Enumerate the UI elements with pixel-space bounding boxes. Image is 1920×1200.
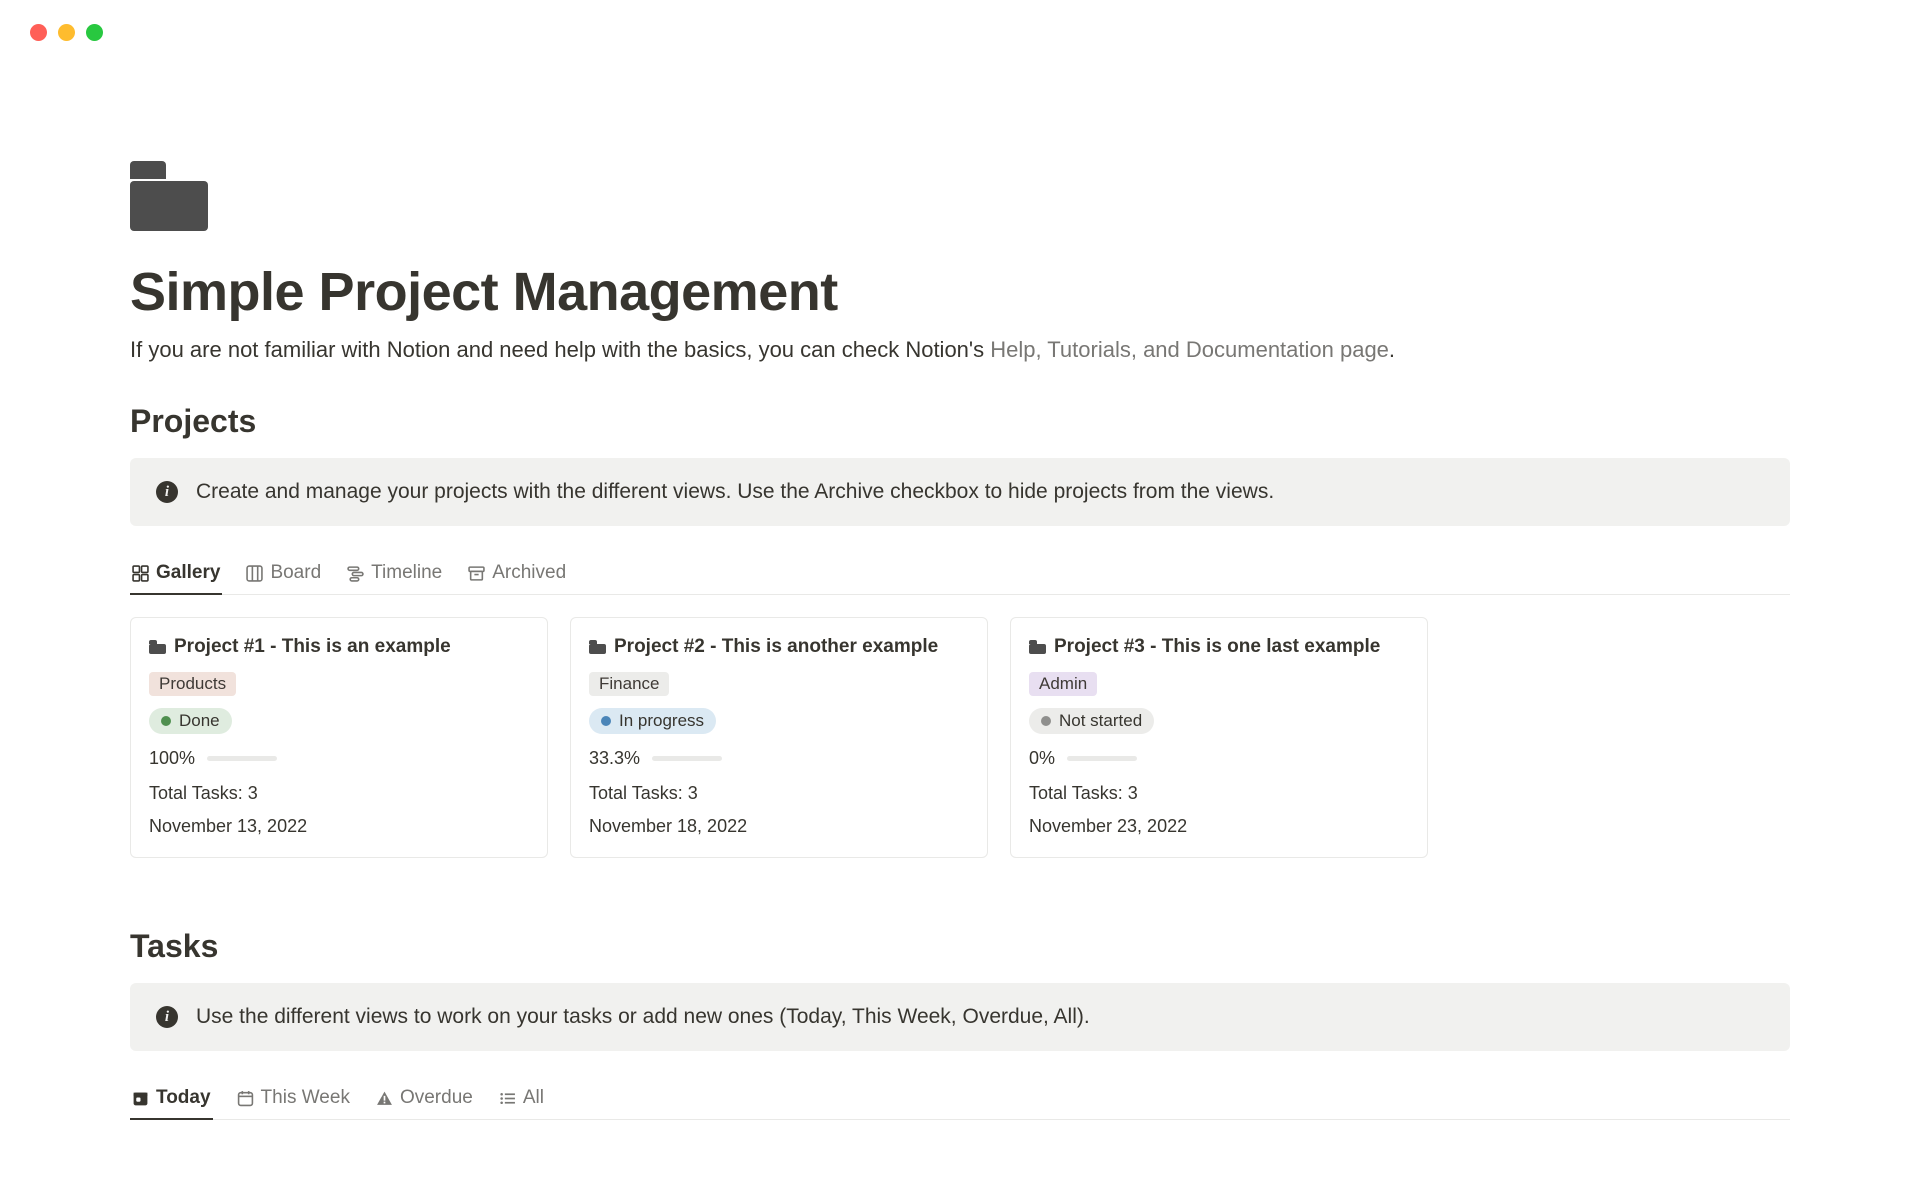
tab-all-label: All	[523, 1087, 544, 1109]
projects-callout: i Create and manage your projects with t…	[130, 458, 1790, 526]
folder-icon	[589, 640, 606, 654]
info-icon: i	[156, 481, 178, 503]
project-date: November 23, 2022	[1029, 816, 1409, 837]
status-dot-icon	[1041, 716, 1051, 726]
status-pill-label: Not started	[1059, 711, 1142, 731]
tab-archived-label: Archived	[492, 562, 566, 584]
progress-bar	[1067, 756, 1137, 761]
window-controls	[0, 0, 1920, 41]
category-chip: Admin	[1029, 672, 1097, 696]
project-card[interactable]: Project #1 - This is an example Products…	[130, 617, 548, 858]
warning-icon	[376, 1090, 393, 1107]
window-maximize-button[interactable]	[86, 24, 103, 41]
subtitle-text-pre: If you are not familiar with Notion and …	[130, 337, 990, 362]
total-tasks: Total Tasks: 3	[149, 783, 529, 804]
calendar-week-icon	[237, 1090, 254, 1107]
project-card[interactable]: Project #3 - This is one last example Ad…	[1010, 617, 1428, 858]
page-subtitle: If you are not familiar with Notion and …	[130, 337, 1790, 363]
tab-board-label: Board	[270, 562, 321, 584]
page-icon-folder[interactable]	[130, 161, 208, 231]
category-chip: Products	[149, 672, 236, 696]
tab-gallery[interactable]: Gallery	[130, 554, 222, 594]
tab-timeline-label: Timeline	[371, 562, 442, 584]
tab-board[interactable]: Board	[244, 554, 323, 594]
info-icon: i	[156, 1006, 178, 1028]
tab-thisweek[interactable]: This Week	[235, 1079, 352, 1119]
gallery-icon	[132, 565, 149, 582]
progress-percent: 0%	[1029, 748, 1055, 769]
tab-timeline[interactable]: Timeline	[345, 554, 444, 594]
tab-all[interactable]: All	[497, 1079, 546, 1119]
project-card[interactable]: Project #2 - This is another example Fin…	[570, 617, 988, 858]
tasks-callout-text: Use the different views to work on your …	[196, 1005, 1090, 1029]
page-root: Simple Project Management If you are not…	[0, 41, 1920, 1120]
board-icon	[246, 565, 263, 582]
total-tasks: Total Tasks: 3	[589, 783, 969, 804]
folder-icon	[149, 640, 166, 654]
tab-thisweek-label: This Week	[261, 1087, 350, 1109]
projects-gallery: Project #1 - This is an example Products…	[130, 617, 1790, 858]
calendar-today-icon	[132, 1090, 149, 1107]
tab-archived[interactable]: Archived	[466, 554, 568, 594]
page-title[interactable]: Simple Project Management	[130, 261, 1790, 323]
status-pill: Done	[149, 708, 232, 734]
status-pill: Not started	[1029, 708, 1154, 734]
projects-callout-text: Create and manage your projects with the…	[196, 480, 1274, 504]
tasks-tabs: Today This Week Overdue All	[130, 1079, 1790, 1120]
project-card-title: Project #2 - This is another example	[614, 636, 938, 658]
progress-bar	[652, 756, 722, 761]
window-minimize-button[interactable]	[58, 24, 75, 41]
archive-icon	[468, 565, 485, 582]
subtitle-text-post: .	[1389, 337, 1395, 362]
status-pill-label: Done	[179, 711, 220, 731]
status-pill-label: In progress	[619, 711, 704, 731]
status-pill: In progress	[589, 708, 716, 734]
tasks-callout: i Use the different views to work on you…	[130, 983, 1790, 1051]
projects-tabs: Gallery Board Timeline Archived	[130, 554, 1790, 595]
project-date: November 18, 2022	[589, 816, 969, 837]
progress-bar	[207, 756, 277, 761]
tab-today-label: Today	[156, 1087, 211, 1109]
timeline-icon	[347, 565, 364, 582]
total-tasks: Total Tasks: 3	[1029, 783, 1409, 804]
folder-icon	[1029, 640, 1046, 654]
help-docs-link[interactable]: Help, Tutorials, and Documentation page	[990, 337, 1389, 362]
tab-overdue[interactable]: Overdue	[374, 1079, 475, 1119]
project-card-title: Project #3 - This is one last example	[1054, 636, 1380, 658]
window-close-button[interactable]	[30, 24, 47, 41]
category-chip: Finance	[589, 672, 669, 696]
status-dot-icon	[601, 716, 611, 726]
status-dot-icon	[161, 716, 171, 726]
tab-overdue-label: Overdue	[400, 1087, 473, 1109]
tab-today[interactable]: Today	[130, 1079, 213, 1119]
list-icon	[499, 1090, 516, 1107]
tasks-heading: Tasks	[130, 928, 1790, 965]
tab-gallery-label: Gallery	[156, 562, 220, 584]
progress-percent: 100%	[149, 748, 195, 769]
projects-heading: Projects	[130, 403, 1790, 440]
progress-percent: 33.3%	[589, 748, 640, 769]
project-date: November 13, 2022	[149, 816, 529, 837]
project-card-title: Project #1 - This is an example	[174, 636, 451, 658]
